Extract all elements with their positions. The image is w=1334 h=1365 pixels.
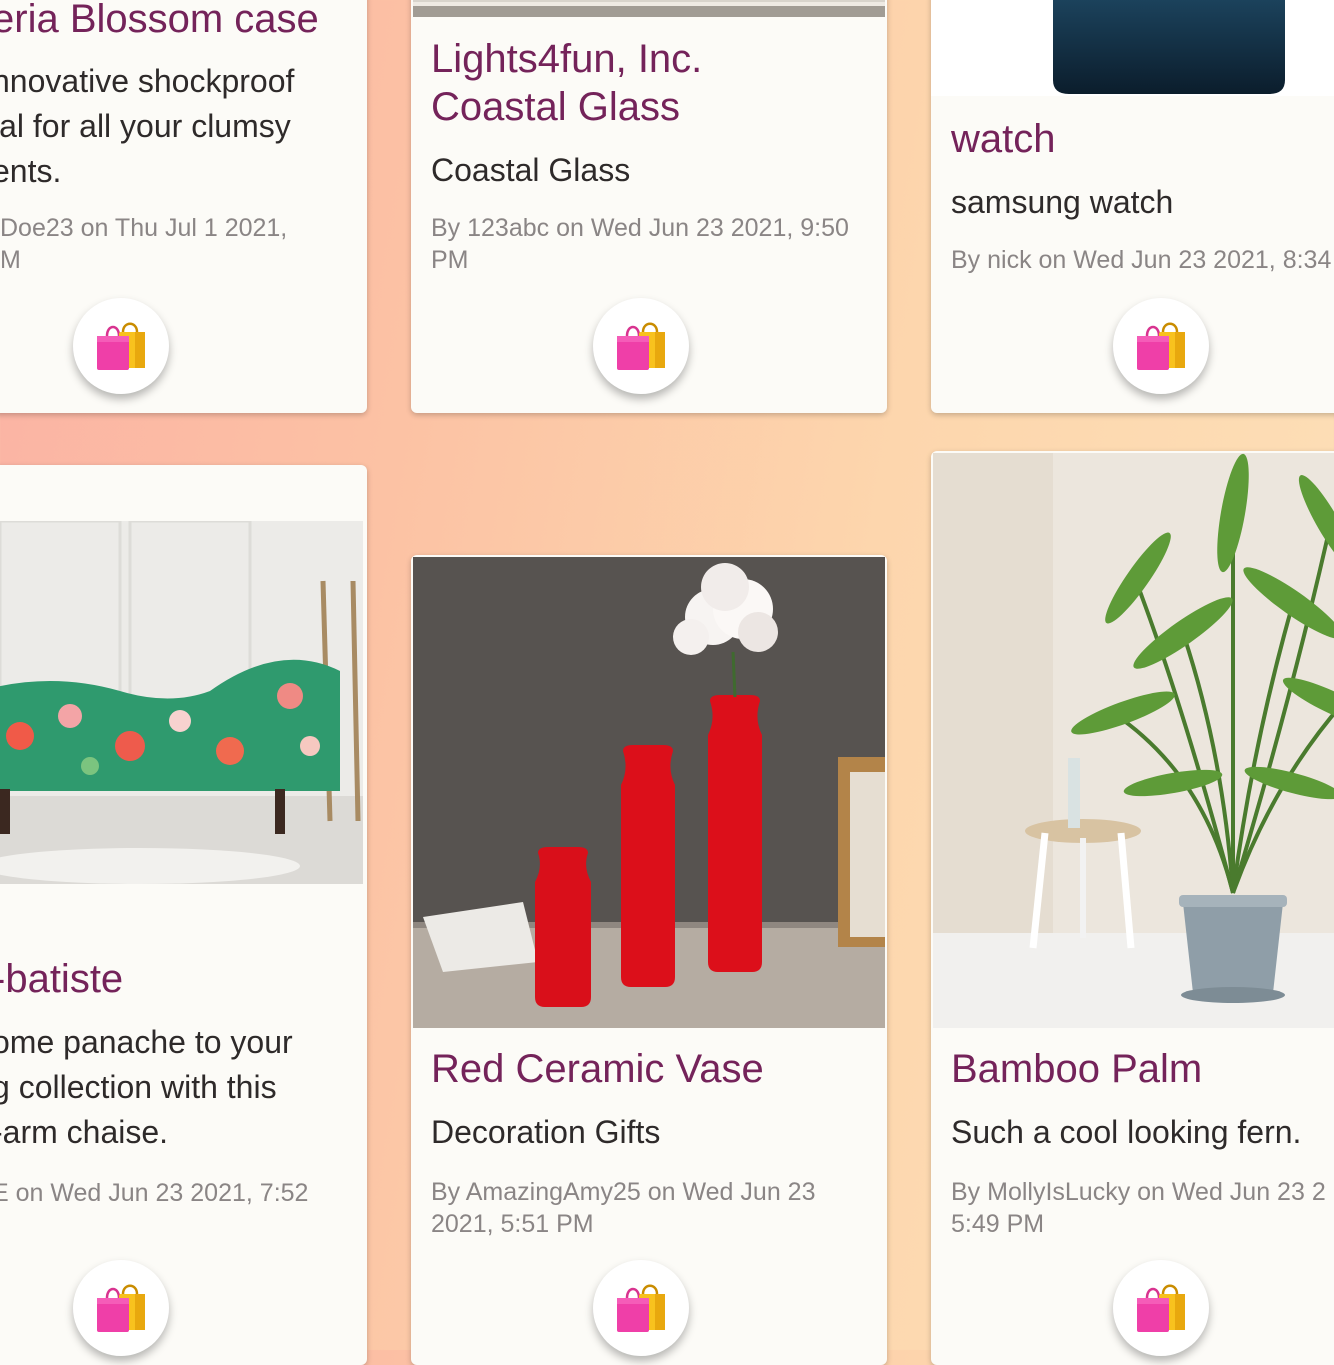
card-description: ents. (0, 153, 62, 189)
shopping-bags-icon (97, 1284, 145, 1332)
product-card[interactable]: watch samsung watch By nick on Wed Jun 2… (931, 0, 1334, 413)
card-description: nnovative shockproof (0, 63, 295, 99)
card-description: -arm chaise. (0, 1114, 169, 1150)
product-image[interactable] (413, 0, 885, 17)
shopping-bags-icon (617, 1284, 665, 1332)
card-meta: 5:49 PM (951, 1210, 1045, 1238)
shopping-bags-icon (617, 322, 665, 370)
add-to-cart-button[interactable] (73, 1260, 169, 1356)
card-meta: By MollyIsLucky on Wed Jun 23 2 (951, 1178, 1326, 1206)
add-to-cart-button[interactable] (593, 1260, 689, 1356)
card-title[interactable]: watch (951, 115, 1056, 163)
card-description: ome panache to your (0, 1024, 293, 1060)
add-to-cart-button[interactable] (1113, 1260, 1209, 1356)
product-image[interactable] (0, 521, 363, 884)
card-title[interactable]: eria Blossom case (0, 0, 319, 43)
card-meta: By AmazingAmy25 on Wed Jun 23 (431, 1178, 816, 1206)
card-meta: PM (431, 246, 469, 274)
card-title[interactable]: Lights4fun, Inc. (431, 35, 702, 83)
card-title[interactable]: Coastal Glass (431, 83, 680, 131)
product-image[interactable] (413, 557, 885, 1028)
shopping-bags-icon (1137, 322, 1185, 370)
product-image[interactable] (931, 0, 1334, 96)
add-to-cart-button[interactable] (73, 298, 169, 394)
product-card[interactable]: eria Blossom case nnovative shockproof i… (0, 0, 367, 413)
card-description: Decoration Gifts (431, 1114, 661, 1150)
product-card[interactable]: -batiste ome panache to your g collectio… (0, 465, 367, 1365)
card-description: ial for all your clumsy (0, 108, 291, 144)
card-title[interactable]: -batiste (0, 955, 123, 1003)
product-card[interactable]: Bamboo Palm Such a cool looking fern. By… (931, 451, 1334, 1365)
card-description: g collection with this (0, 1069, 277, 1105)
shopping-bags-icon (97, 322, 145, 370)
product-card[interactable]: Lights4fun, Inc. Coastal Glass Coastal G… (411, 0, 887, 413)
card-meta: By nick on Wed Jun 23 2021, 8:34 (951, 246, 1332, 274)
card-title[interactable]: Red Ceramic Vase (431, 1045, 764, 1093)
card-description: Coastal Glass (431, 152, 631, 188)
shopping-bags-icon (1137, 1284, 1185, 1332)
card-description: samsung watch (951, 184, 1174, 220)
product-card[interactable]: Red Ceramic Vase Decoration Gifts By Ama… (411, 555, 887, 1365)
card-title[interactable]: Bamboo Palm (951, 1045, 1202, 1093)
add-to-cart-button[interactable] (1113, 298, 1209, 394)
card-meta: E on Wed Jun 23 2021, 7:52 (0, 1179, 309, 1207)
product-image[interactable] (933, 453, 1334, 1028)
card-description: Such a cool looking fern. (951, 1114, 1302, 1150)
card-meta: By 123abc on Wed Jun 23 2021, 9:50 (431, 214, 849, 242)
card-meta: 2021, 5:51 PM (431, 1210, 594, 1238)
add-to-cart-button[interactable] (593, 298, 689, 394)
card-meta: M (0, 246, 21, 274)
card-meta: Doe23 on Thu Jul 1 2021, (0, 214, 288, 242)
